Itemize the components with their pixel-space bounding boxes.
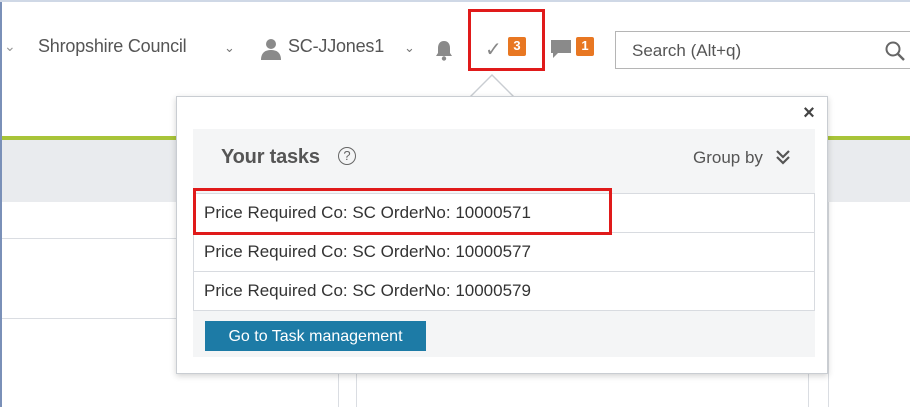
task-list: Price Required Co: SC OrderNo: 10000571 … bbox=[193, 193, 815, 311]
messages-count-badge: 1 bbox=[576, 37, 594, 56]
tasks-panel: Your tasks ? Group by Price Required Co:… bbox=[193, 129, 815, 357]
tasks-count-badge: 3 bbox=[508, 37, 526, 56]
bell-icon[interactable] bbox=[434, 39, 454, 61]
close-icon[interactable]: × bbox=[799, 103, 819, 123]
task-item[interactable]: Price Required Co: SC OrderNo: 10000577 bbox=[194, 233, 814, 272]
background-divider bbox=[338, 374, 339, 407]
tasks-popup: × Your tasks ? Group by Price Required C… bbox=[176, 96, 828, 374]
background-divider bbox=[356, 374, 357, 407]
tasks-button[interactable]: ✓ 3 bbox=[480, 36, 532, 64]
search-icon[interactable] bbox=[884, 40, 906, 62]
org-dropdown-chevron-icon[interactable]: ⌄ bbox=[224, 40, 235, 56]
chat-bubble-icon bbox=[551, 40, 571, 58]
task-item-label: Price Required Co: SC OrderNo: 10000577 bbox=[204, 242, 531, 261]
help-icon[interactable]: ? bbox=[338, 147, 356, 165]
task-item[interactable]: Price Required Co: SC OrderNo: 10000579 bbox=[194, 272, 814, 311]
task-item-label: Price Required Co: SC OrderNo: 10000579 bbox=[204, 281, 531, 300]
top-bar: ⌄ Shropshire Council ⌄ SC-JJones1 ⌄ ✓ 3 … bbox=[2, 2, 910, 90]
background-divider bbox=[2, 238, 176, 239]
background-divider bbox=[828, 202, 829, 407]
tasks-title: Your tasks bbox=[221, 146, 320, 168]
background-divider bbox=[2, 318, 176, 319]
user-icon bbox=[261, 39, 281, 60]
breadcrumb-chevron-icon: ⌄ bbox=[4, 38, 16, 54]
task-item-label: Price Required Co: SC OrderNo: 10000571 bbox=[204, 203, 531, 222]
org-selector[interactable]: Shropshire Council bbox=[38, 36, 187, 57]
messages-button[interactable]: 1 bbox=[549, 36, 597, 64]
user-dropdown-chevron-icon[interactable]: ⌄ bbox=[404, 40, 415, 56]
search-box[interactable] bbox=[615, 31, 910, 69]
search-input[interactable] bbox=[630, 40, 874, 62]
task-item[interactable]: Price Required Co: SC OrderNo: 10000571 bbox=[194, 194, 814, 233]
background-divider bbox=[808, 374, 809, 407]
user-menu[interactable]: SC-JJones1 bbox=[288, 36, 384, 57]
group-by-button[interactable]: Group by bbox=[693, 148, 763, 168]
double-chevron-down-icon[interactable] bbox=[775, 148, 791, 166]
popup-caret-fill bbox=[470, 76, 514, 98]
checkmark-icon: ✓ bbox=[485, 39, 502, 61]
go-to-task-management-button[interactable]: Go to Task management bbox=[205, 321, 426, 351]
